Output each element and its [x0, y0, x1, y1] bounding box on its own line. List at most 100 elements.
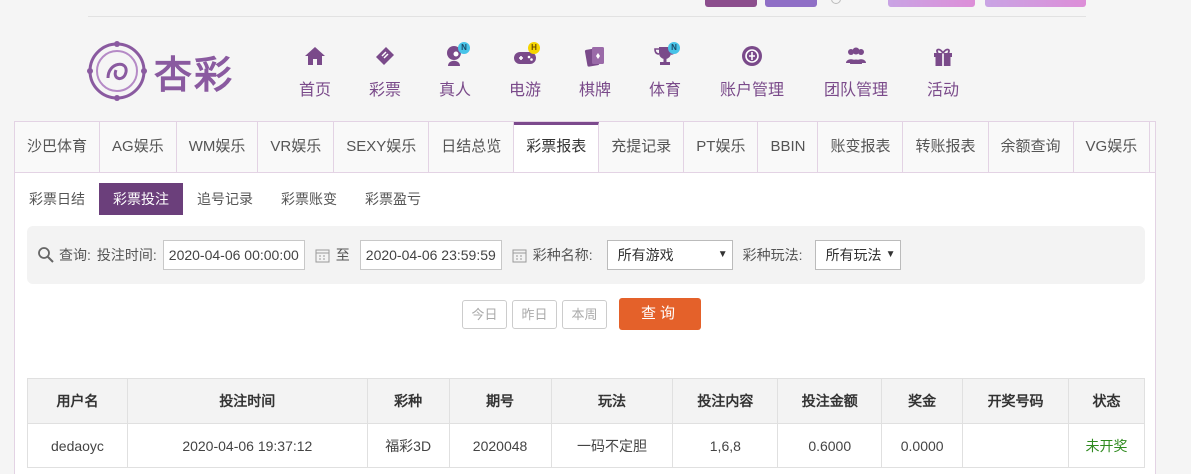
nav-label: 棋牌 [578, 82, 611, 99]
nav-item-egame[interactable]: H 电游 [490, 42, 560, 100]
bets-table: 用户名 投注时间 彩种 期号 玩法 投注内容 投注金额 奖金 开奖号码 状态 d… [27, 378, 1145, 468]
gamepad-icon: H [490, 42, 560, 70]
bet-time-label: 投注时间: [96, 247, 157, 263]
team-icon [804, 44, 908, 70]
subtab-ledger[interactable]: 彩票账变 [267, 183, 351, 215]
nav-item-sports[interactable]: N 体育 [630, 42, 700, 100]
top-radio[interactable] [831, 0, 841, 4]
nav-label: 账户管理 [719, 82, 784, 99]
tab-account-change[interactable]: 账变报表 [818, 122, 904, 172]
nav-item-lottery[interactable]: 彩票 [350, 44, 420, 100]
top-utility-bar [88, 0, 1086, 17]
content-panel: 沙巴体育 AG娱乐 WM娱乐 VR娱乐 SEXY娱乐 日结总览 彩票报表 充提记… [14, 121, 1156, 474]
cell-draw-number [962, 423, 1069, 468]
nav-label: 真人 [438, 82, 471, 99]
cell-period: 2020048 [448, 423, 552, 468]
top-button-4[interactable] [985, 0, 1086, 7]
tab-transfer[interactable]: 转账报表 [903, 122, 989, 172]
subtab-bets[interactable]: 彩票投注 [99, 183, 183, 215]
tab-vr[interactable]: VR娱乐 [258, 122, 335, 172]
cell-bet-time: 2020-04-06 19:37:12 [126, 423, 368, 468]
nav-item-team[interactable]: 团队管理 [804, 44, 908, 100]
tab-pt[interactable]: PT娱乐 [684, 122, 759, 172]
today-button[interactable]: 今日 [462, 300, 507, 329]
play-select-value: 所有玩法 [825, 247, 882, 263]
lottery-ticket-icon [350, 44, 420, 70]
nav-label: 体育 [648, 82, 681, 99]
tab-sexy[interactable]: SEXY娱乐 [334, 122, 430, 172]
query-label: 查询: [59, 247, 91, 263]
tab-vg[interactable]: VG娱乐 [1074, 122, 1151, 172]
end-time-input[interactable] [359, 240, 502, 270]
filter-bar: 查询: 投注时间: 至 彩种名称: 所有游戏 ▼ 彩种玩法: 所有玩法 ▼ [27, 226, 1145, 284]
brand-logo[interactable]: 杏彩 [86, 40, 246, 102]
top-button-3[interactable] [888, 0, 975, 7]
tab-balance[interactable]: 余额查询 [989, 122, 1074, 172]
col-prize: 奖金 [881, 378, 964, 424]
play-select[interactable]: 所有玩法 ▼ [814, 240, 901, 270]
logo-emblem-icon [87, 41, 147, 101]
col-game: 彩种 [366, 378, 450, 424]
nav-label: 首页 [298, 82, 331, 99]
table-row: dedaoyc 2020-04-06 19:37:12 福彩3D 2020048… [27, 423, 1145, 468]
cell-play: 一码不定胆 [550, 423, 674, 468]
cell-status: 未开奖 [1068, 423, 1145, 468]
col-draw-number: 开奖号码 [962, 378, 1069, 424]
cell-prize: 0.0000 [881, 423, 964, 468]
col-bet-time: 投注时间 [126, 378, 368, 424]
tab-daily-overview[interactable]: 日结总览 [429, 122, 515, 172]
cell-username: dedaoyc [27, 423, 128, 468]
logo-text: 杏彩 [154, 51, 235, 97]
live-dealer-icon: N [420, 42, 490, 70]
cell-game: 福彩3D [366, 423, 450, 468]
top-button-2[interactable] [765, 0, 817, 7]
tab-deposit-withdraw[interactable]: 充提记录 [599, 122, 685, 172]
tab-ag[interactable]: AG娱乐 [100, 122, 177, 172]
nav-item-promo[interactable]: 活动 [908, 44, 978, 100]
col-username: 用户名 [27, 378, 128, 424]
calendar-icon[interactable] [315, 248, 330, 263]
col-status: 状态 [1068, 378, 1145, 424]
calendar-icon[interactable] [512, 248, 527, 263]
game-select-value: 所有游戏 [617, 247, 674, 263]
search-button[interactable]: 查询 [619, 298, 701, 330]
main-nav: 首页 彩票 N 真人 H 电游 棋牌 N 体育 账户管理 团队管理 活动 [280, 42, 978, 100]
report-tabs: 沙巴体育 AG娱乐 WM娱乐 VR娱乐 SEXY娱乐 日结总览 彩票报表 充提记… [15, 122, 1155, 173]
nav-label: 活动 [926, 82, 959, 99]
this-week-button[interactable]: 本周 [562, 300, 607, 329]
new-badge: N [458, 42, 470, 54]
new-badge: N [668, 42, 680, 54]
col-play: 玩法 [550, 378, 674, 424]
account-icon [700, 44, 804, 70]
nav-item-live[interactable]: N 真人 [420, 42, 490, 100]
cell-bet-amount: 0.6000 [777, 423, 883, 468]
cards-icon [560, 44, 630, 70]
nav-item-account[interactable]: 账户管理 [700, 44, 804, 100]
play-type-label: 彩种玩法: [742, 247, 803, 263]
tab-saba-sports[interactable]: 沙巴体育 [15, 122, 101, 172]
tab-bbin[interactable]: BBIN [758, 122, 819, 172]
top-button-1[interactable] [705, 0, 757, 7]
search-icon [38, 247, 54, 263]
nav-item-home[interactable]: 首页 [280, 44, 350, 100]
trophy-icon: N [630, 42, 700, 70]
home-icon [280, 44, 350, 70]
col-bet-amount: 投注金额 [777, 378, 883, 424]
nav-item-chess[interactable]: 棋牌 [560, 44, 630, 100]
table-header-row: 用户名 投注时间 彩种 期号 玩法 投注内容 投注金额 奖金 开奖号码 状态 [27, 378, 1145, 424]
tab-wm[interactable]: WM娱乐 [177, 122, 259, 172]
subtab-profit[interactable]: 彩票盈亏 [351, 183, 435, 215]
lottery-subtabs: 彩票日结 彩票投注 追号记录 彩票账变 彩票盈亏 [15, 183, 435, 215]
dropdown-arrow-icon: ▼ [885, 249, 896, 260]
subtab-daily[interactable]: 彩票日结 [15, 183, 99, 215]
col-period: 期号 [448, 378, 552, 424]
start-time-input[interactable] [162, 240, 305, 270]
yesterday-button[interactable]: 昨日 [512, 300, 557, 329]
game-select[interactable]: 所有游戏 ▼ [606, 240, 733, 270]
nav-label: 电游 [508, 82, 541, 99]
quick-date-buttons: 今日 昨日 本周 [462, 300, 612, 329]
subtab-chase[interactable]: 追号记录 [183, 183, 267, 215]
gift-icon [908, 44, 978, 70]
tab-lottery-report[interactable]: 彩票报表 [514, 122, 600, 172]
col-bet-content: 投注内容 [672, 378, 779, 424]
